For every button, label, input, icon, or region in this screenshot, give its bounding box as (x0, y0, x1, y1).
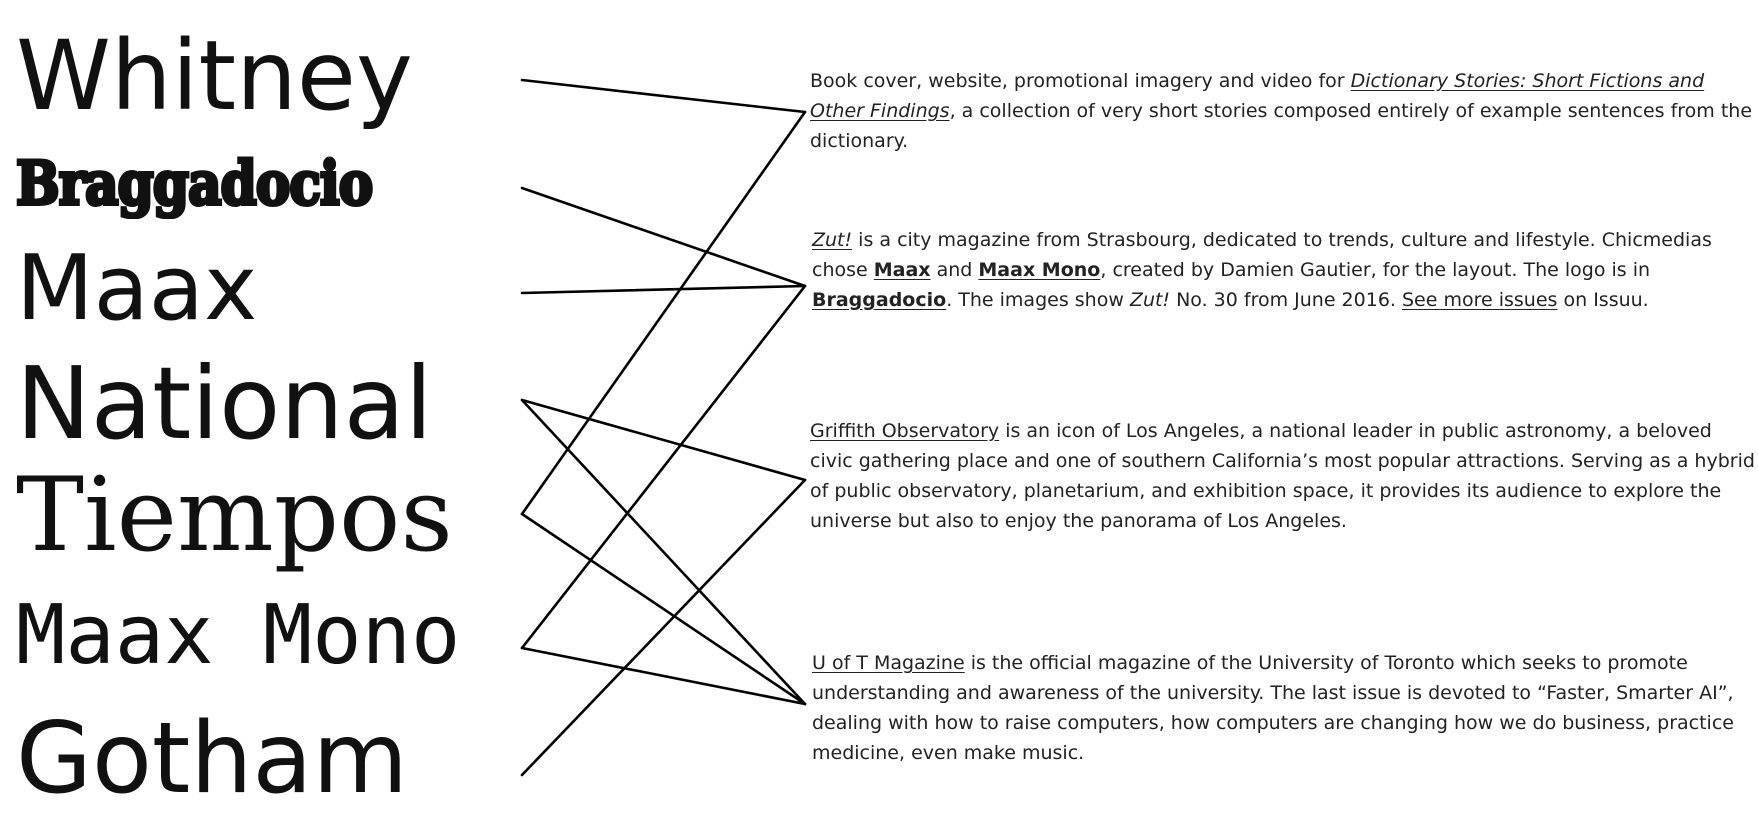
description-griffith-observatory: Griffith Observatory is an icon of Los A… (810, 416, 1756, 536)
griffith-observatory-link[interactable]: Griffith Observatory (810, 420, 999, 442)
maax-font-link[interactable]: Maax (874, 259, 931, 281)
connector-line (520, 78, 807, 114)
description-text: and (930, 259, 979, 281)
connector-line (520, 478, 807, 777)
font-name-tiempos: Tiempos (16, 456, 453, 575)
description-text: No. 30 from June 2016. (1170, 289, 1402, 311)
maax-mono-font-link[interactable]: Maax Mono (978, 259, 1100, 281)
braggadocio-font-link[interactable]: Braggadocio (812, 289, 946, 311)
description-dictionary-stories: Book cover, website, promotional imagery… (810, 66, 1756, 156)
font-name-gotham: Gotham (16, 702, 408, 816)
font-name-national: National (16, 345, 433, 462)
description-zut: Zut! is a city magazine from Strasbourg,… (812, 225, 1758, 315)
connector-line (520, 398, 807, 706)
uoft-magazine-link[interactable]: U of T Magazine (812, 652, 965, 674)
connector-line (520, 284, 807, 295)
connector-line (520, 186, 807, 288)
description-uoft-magazine: U of T Magazine is the official magazine… (812, 648, 1758, 768)
see-more-issues-link[interactable]: See more issues (1402, 289, 1557, 311)
font-name-whitney: Whitney (16, 20, 413, 132)
description-text: , a collection of very short stories com… (810, 100, 1753, 152)
description-text: on Issuu. (1557, 289, 1649, 311)
zut-title-link[interactable]: Zut! (812, 229, 852, 251)
description-text: . The images show (946, 289, 1130, 311)
description-text: Book cover, website, promotional imagery… (810, 70, 1351, 92)
font-name-braggadocio: Braggadocio (14, 149, 375, 219)
zut-title: Zut! (1129, 289, 1171, 311)
font-name-maax: Maax (16, 236, 258, 341)
font-name-maax-mono: Maax Mono (16, 588, 461, 683)
description-text: , created by Damien Gautier, for the lay… (1100, 259, 1651, 281)
connector-line (520, 110, 807, 516)
